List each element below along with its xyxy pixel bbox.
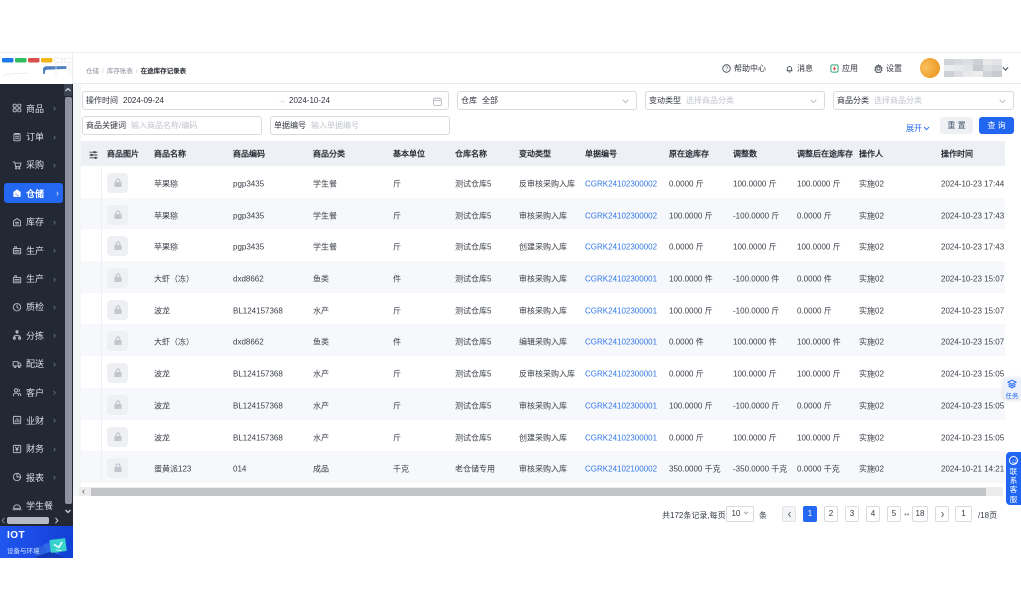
svg-text:?: ? bbox=[725, 66, 728, 72]
